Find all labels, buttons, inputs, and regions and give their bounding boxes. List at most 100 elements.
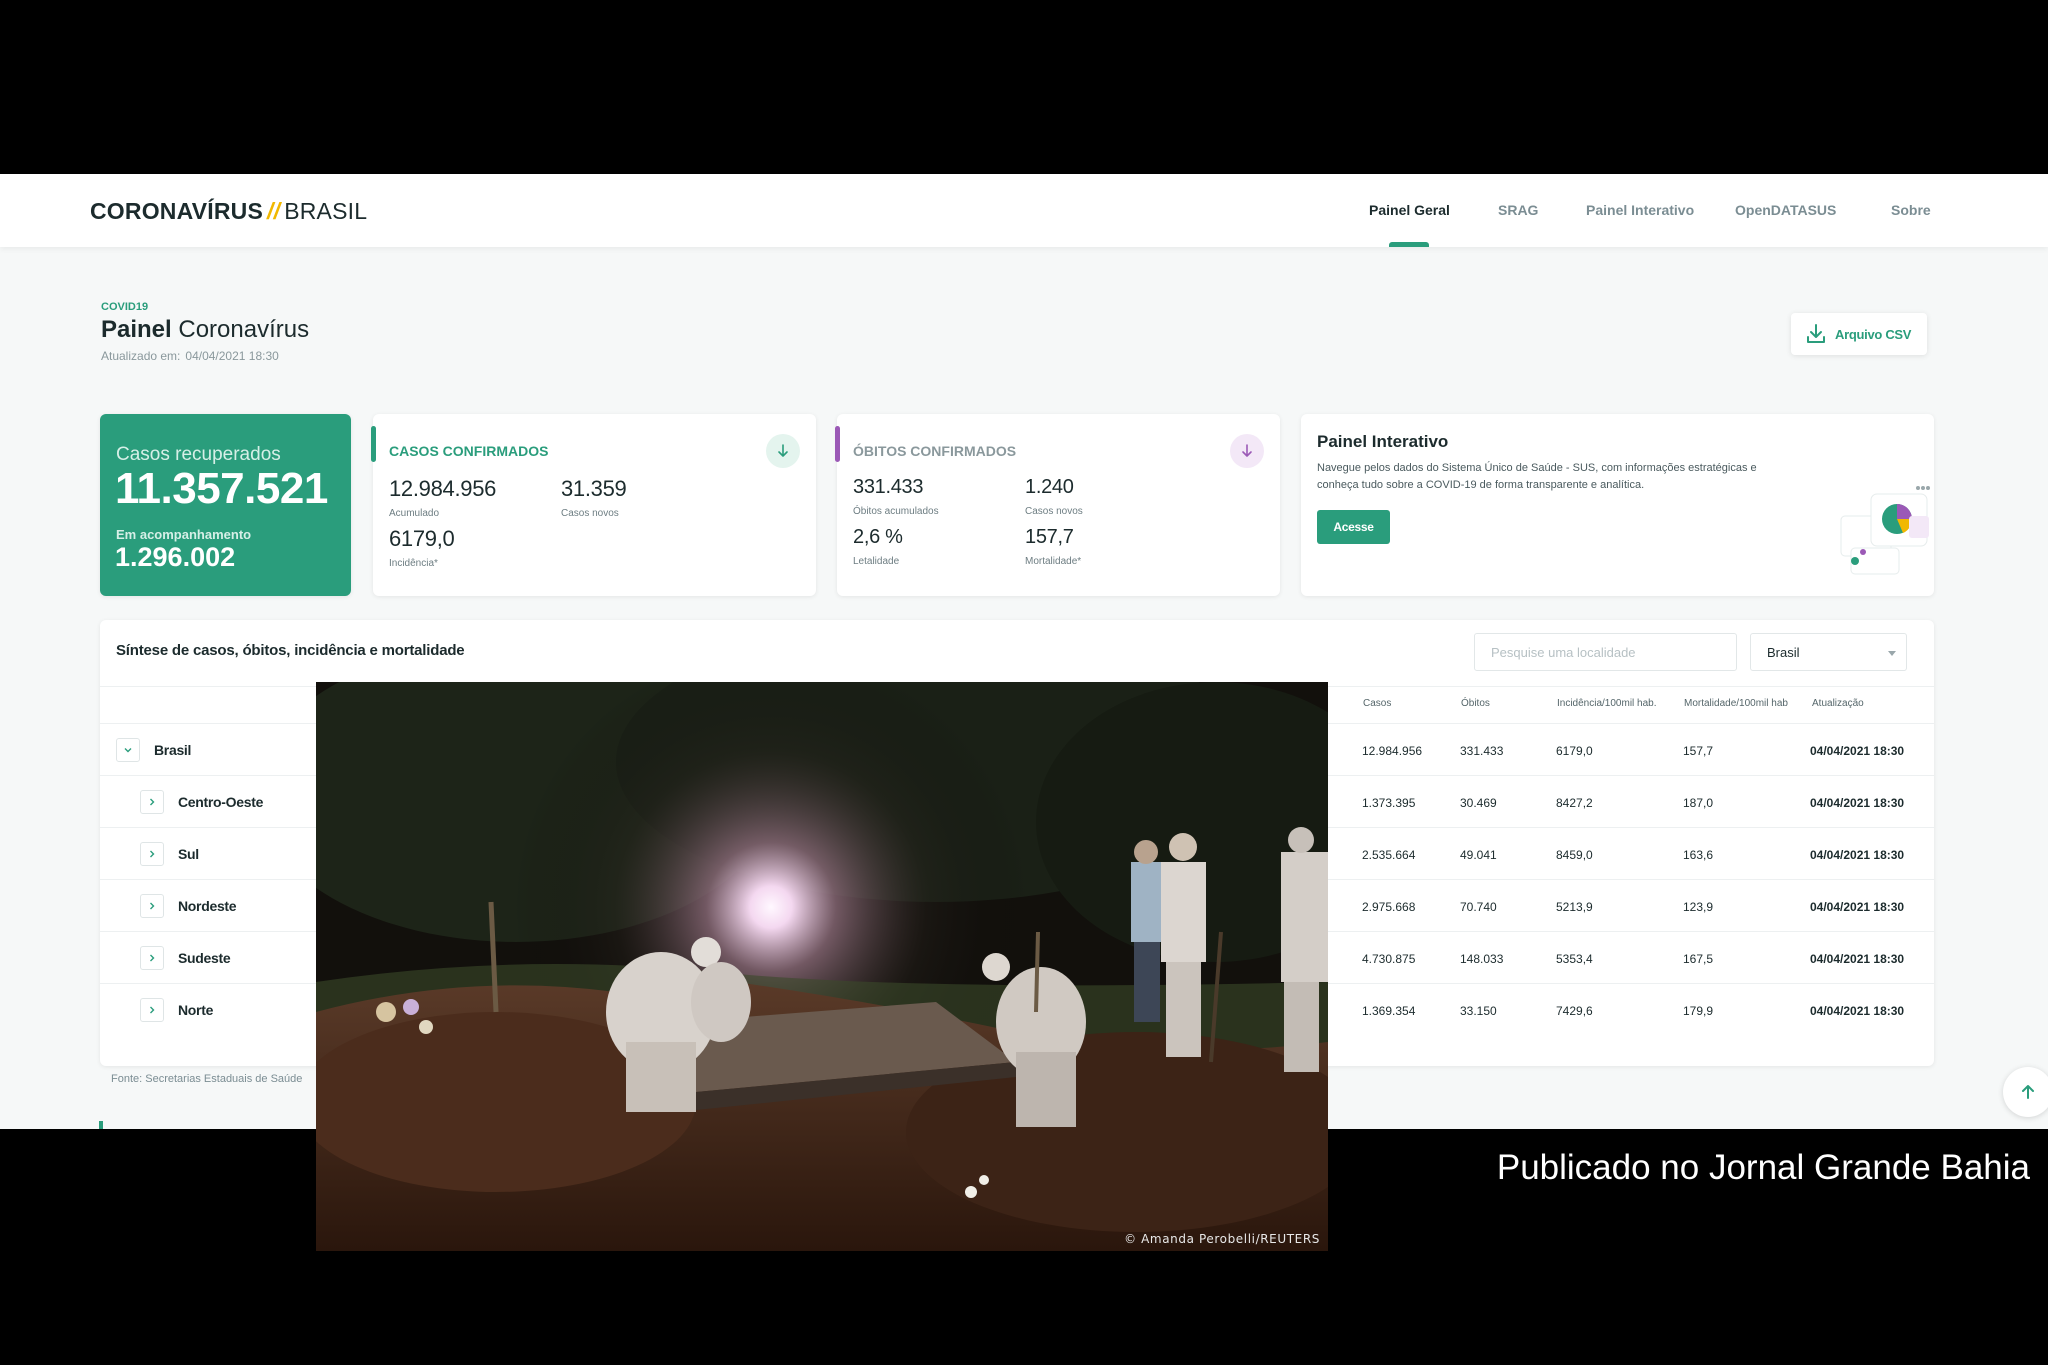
nav-painel-geral[interactable]: Painel Geral xyxy=(1369,202,1450,218)
logo-separator: // xyxy=(267,198,281,224)
row-mortality: 179,9 xyxy=(1683,1004,1714,1018)
row-deaths: 148.033 xyxy=(1460,952,1504,966)
deaths-accent-bar xyxy=(835,426,840,462)
site-logo[interactable]: CORONAVÍRUS//BRASIL xyxy=(90,198,367,225)
column-header-deaths[interactable]: Óbitos xyxy=(1461,698,1490,709)
recovered-label: Casos recuperados xyxy=(116,444,281,465)
confirmed-accent-bar xyxy=(371,426,376,462)
deaths-accum-label: Óbitos acumulados xyxy=(853,506,939,517)
row-name: Nordeste xyxy=(178,898,237,914)
section-accent xyxy=(99,1121,103,1129)
row-deaths: 33.150 xyxy=(1460,1004,1497,1018)
synthesis-title: Síntese de casos, óbitos, incidência e m… xyxy=(116,642,465,659)
interactive-title: Painel Interativo xyxy=(1317,432,1449,451)
row-updated: 04/04/2021 18:30 xyxy=(1810,796,1905,810)
row-cases: 1.373.395 xyxy=(1362,796,1416,810)
row-name: Sudeste xyxy=(178,950,231,966)
row-incidence: 8459,0 xyxy=(1556,848,1593,862)
row-mortality: 157,7 xyxy=(1683,744,1714,758)
arrow-up-icon xyxy=(2022,1085,2034,1099)
expand-button[interactable] xyxy=(140,842,164,866)
expand-button[interactable] xyxy=(140,894,164,918)
region-select[interactable]: Brasil xyxy=(1750,633,1907,671)
row-deaths: 30.469 xyxy=(1460,796,1497,810)
download-csv-label: Arquivo CSV xyxy=(1835,326,1912,342)
page-title-bold: Painel xyxy=(101,316,172,343)
row-updated: 04/04/2021 18:30 xyxy=(1810,744,1905,758)
row-deaths: 70.740 xyxy=(1460,900,1497,914)
row-cases: 12.984.956 xyxy=(1362,744,1423,758)
row-cases: 2.535.664 xyxy=(1362,848,1416,862)
row-name: Norte xyxy=(178,1002,214,1018)
row-mortality: 123,9 xyxy=(1683,900,1714,914)
download-csv-button[interactable]: Arquivo CSV xyxy=(1791,313,1927,355)
data-source-note: Fonte: Secretarias Estaduais de Saúde xyxy=(111,1073,303,1085)
chevron-down-icon xyxy=(1888,651,1896,656)
nav-painel-interativo[interactable]: Painel Interativo xyxy=(1586,202,1694,218)
row-updated: 04/04/2021 18:30 xyxy=(1810,1004,1905,1018)
deaths-expand-button[interactable] xyxy=(1230,434,1264,468)
nav-srag[interactable]: SRAG xyxy=(1498,202,1538,218)
row-updated: 04/04/2021 18:30 xyxy=(1810,952,1905,966)
row-cases: 2.975.668 xyxy=(1362,900,1416,914)
collapse-button[interactable] xyxy=(116,738,140,762)
confirmed-incidence-value: 6179,0 xyxy=(389,526,455,551)
screenshot-stage: CORONAVÍRUS//BRASIL Painel Geral SRAG Pa… xyxy=(0,0,2048,1365)
nav-sobre[interactable]: Sobre xyxy=(1891,202,1931,218)
chevron-right-icon xyxy=(150,1006,155,1014)
photo-credit: © Amanda Perobelli/REUTERS xyxy=(1124,1232,1320,1246)
confirmed-new-value: 31.359 xyxy=(561,476,627,501)
confirmed-title: CASOS CONFIRMADOS xyxy=(389,443,549,459)
recovered-value: 11.357.521 xyxy=(115,464,328,513)
expand-button[interactable] xyxy=(140,790,164,814)
logo-text-light: BRASIL xyxy=(284,198,368,224)
deaths-title: ÓBITOS CONFIRMADOS xyxy=(853,443,1017,459)
location-search-input[interactable]: Pesquise uma localidade xyxy=(1474,633,1737,671)
chevron-right-icon xyxy=(150,798,155,806)
row-incidence: 5213,9 xyxy=(1556,900,1593,914)
confirmed-accum-value: 12.984.956 xyxy=(389,476,497,501)
arrow-down-icon xyxy=(1242,444,1252,457)
publication-caption: Publicado no Jornal Grande Bahia xyxy=(1496,1148,2030,1187)
monitoring-value: 1.296.002 xyxy=(115,542,236,572)
pie-chart-icon xyxy=(1840,486,1930,575)
row-updated: 04/04/2021 18:30 xyxy=(1810,900,1905,914)
column-header-cases[interactable]: Casos xyxy=(1363,698,1391,709)
chevron-down-icon xyxy=(124,748,132,753)
confirmed-new-label: Casos novos xyxy=(561,508,619,519)
row-cases: 1.369.354 xyxy=(1362,1004,1416,1018)
deaths-mortality-label: Mortalidade* xyxy=(1025,556,1082,567)
row-updated: 04/04/2021 18:30 xyxy=(1810,848,1905,862)
row-incidence: 6179,0 xyxy=(1556,744,1593,758)
arrow-down-icon xyxy=(778,444,788,457)
download-icon xyxy=(1807,324,1825,343)
updated-label: Atualizado em: xyxy=(101,349,181,363)
chevron-right-icon xyxy=(150,954,155,962)
deaths-lethality-value: 2,6 % xyxy=(853,526,903,548)
row-deaths: 49.041 xyxy=(1460,848,1497,862)
row-mortality: 167,5 xyxy=(1683,952,1714,966)
confirmed-deaths-card: ÓBITOS CONFIRMADOS 331.433 Óbitos acumul… xyxy=(835,414,1280,596)
column-header-incidence[interactable]: Incidência/100mil hab. xyxy=(1557,698,1657,709)
row-incidence: 5353,4 xyxy=(1556,952,1593,966)
news-photo: © Amanda Perobelli/REUTERS xyxy=(316,682,1328,1251)
expand-button[interactable] xyxy=(140,946,164,970)
interactive-panel-card: Painel Interativo Navegue pelos dados do… xyxy=(1301,414,1934,596)
expand-button[interactable] xyxy=(140,998,164,1022)
deaths-new-label: Casos novos xyxy=(1025,506,1083,517)
region-select-value: Brasil xyxy=(1767,645,1800,660)
nav-opendatasus[interactable]: OpenDATASUS xyxy=(1735,202,1836,218)
scroll-to-top-button[interactable] xyxy=(2003,1067,2048,1117)
interactive-description: Navegue pelos dados do Sistema Único de … xyxy=(1317,462,1757,491)
deaths-accum-value: 331.433 xyxy=(853,476,924,498)
deaths-lethality-label: Letalidade xyxy=(853,556,900,567)
last-updated: Atualizado em: 04/04/2021 18:30 xyxy=(101,349,279,363)
row-incidence: 8427,2 xyxy=(1556,796,1593,810)
deaths-mortality-value: 157,7 xyxy=(1025,526,1074,548)
updated-value: 04/04/2021 18:30 xyxy=(185,349,279,363)
column-header-mortality[interactable]: Mortalidade/100mil hab xyxy=(1684,698,1788,709)
column-header-updated[interactable]: Atualização xyxy=(1812,698,1864,709)
confirmed-expand-button[interactable] xyxy=(766,434,800,468)
access-button[interactable]: Acesse xyxy=(1317,510,1390,544)
chevron-right-icon xyxy=(150,902,155,910)
